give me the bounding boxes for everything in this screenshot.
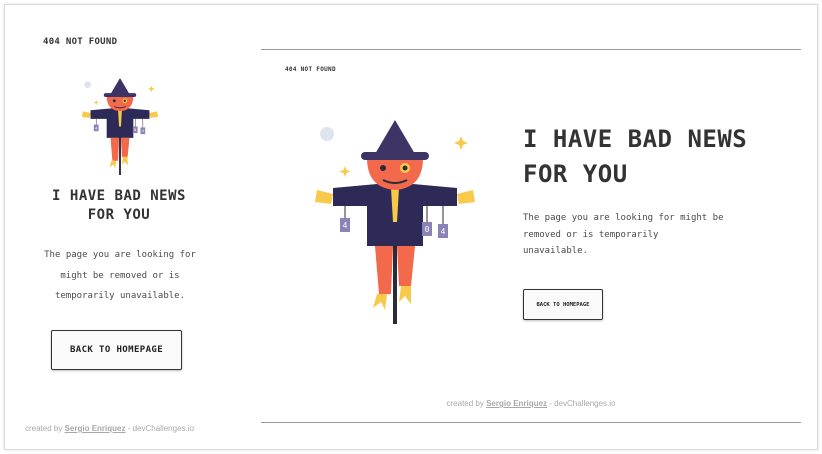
- footer-prefix: created by: [446, 399, 487, 408]
- description-line: removed or is temporarily: [523, 229, 659, 240]
- sparkle-icon: [93, 99, 99, 106]
- description-line: The page you are looking for might be: [523, 213, 724, 223]
- preview-canvas: 404 NOT FOUND 4 0 4 I HAVE BAD NEWS FOR …: [4, 4, 818, 450]
- page-title-line: FOR YOU: [87, 207, 151, 223]
- scarecrow-illustration: 4 0 4: [81, 77, 159, 175]
- back-to-homepage-button[interactable]: BACK TO HOMEPAGE: [51, 330, 182, 370]
- not-found-label: 404 NOT FOUND: [285, 66, 336, 73]
- mobile-preview: 404 NOT FOUND 4 0 4 I HAVE BAD NEWS FOR …: [5, 5, 235, 449]
- footer-suffix: - devChallenges.io: [547, 399, 616, 408]
- page-title-line: I HAVE BAD NEWS: [52, 188, 186, 204]
- sparkle-icon: [339, 166, 351, 177]
- author-link[interactable]: Sergio Enriquez: [65, 424, 126, 433]
- moon-icon: [84, 81, 91, 88]
- scarecrow-illustration: 4 0 4: [315, 120, 475, 324]
- svg-text:4: 4: [343, 221, 348, 230]
- footer-credit: created by Sergio Enriquez - devChalleng…: [25, 424, 194, 433]
- page-description: The page you are looking for might be re…: [523, 210, 753, 260]
- back-to-homepage-button[interactable]: BACK TO HOMEPAGE: [523, 289, 603, 320]
- sparkle-icon: [148, 85, 155, 93]
- page-title-line: FOR YOU: [523, 160, 628, 188]
- description-line: unavailable.: [523, 246, 589, 256]
- footer-prefix: created by: [25, 424, 65, 433]
- author-link[interactable]: Sergio Enriquez: [486, 399, 547, 408]
- sparkle-icon: [454, 136, 468, 150]
- description-line: The page you are looking for: [44, 250, 196, 260]
- moon-icon: [320, 127, 334, 141]
- desktop-preview: 404 NOT FOUND 4 0 4 I HAVE BAD NEWS FOR …: [261, 49, 801, 423]
- page-title: I HAVE BAD NEWS FOR YOU: [523, 122, 783, 192]
- page-description: The page you are looking for might be re…: [35, 245, 205, 307]
- page-title-line: I HAVE BAD NEWS: [523, 125, 748, 153]
- svg-text:4: 4: [441, 227, 446, 236]
- page-title: I HAVE BAD NEWS FOR YOU: [5, 187, 233, 225]
- not-found-label: 404 NOT FOUND: [43, 37, 118, 47]
- svg-text:0: 0: [425, 225, 430, 234]
- footer-credit: created by Sergio Enriquez - devChalleng…: [261, 399, 801, 408]
- description-line: might be removed or is: [60, 270, 180, 281]
- footer-suffix: - devChallenges.io: [125, 424, 194, 433]
- description-line: temporarily unavailable.: [54, 291, 186, 301]
